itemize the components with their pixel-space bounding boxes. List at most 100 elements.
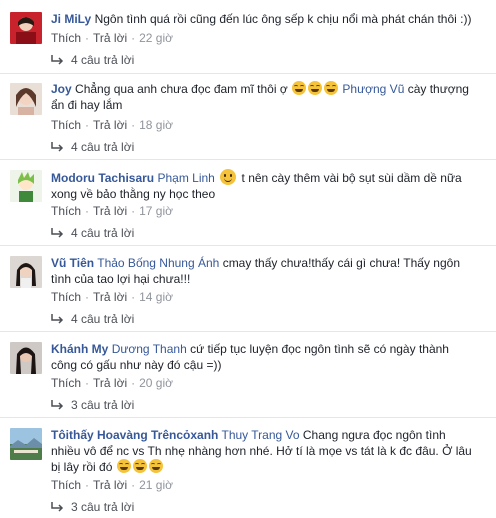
- comment-6: Tôithấy Hoavàng Trêncỏxanh Thuy Trang Vo…: [0, 417, 496, 518]
- comment-actions: Thích · Trả lời · 20 giờ: [51, 375, 173, 391]
- comment-actions: Thích · Trả lời · 14 giờ: [51, 289, 173, 305]
- reply-arrow-icon: [51, 502, 64, 512]
- separator: ·: [131, 478, 136, 492]
- timestamp[interactable]: 14 giờ: [139, 290, 173, 304]
- replies-count[interactable]: 4 câu trả lời: [71, 139, 134, 155]
- timestamp[interactable]: 18 giờ: [139, 118, 173, 132]
- replies-count[interactable]: 4 câu trả lời: [71, 52, 134, 68]
- comment-3: Modoru Tachisaru Phạm Linh t nên cày thê…: [0, 159, 496, 246]
- mention-link[interactable]: Dương Thanh: [112, 342, 187, 356]
- grinning-emoji-icon: [324, 81, 339, 95]
- reply-button[interactable]: Trả lời: [93, 204, 127, 218]
- separator: ·: [131, 204, 136, 218]
- avatar[interactable]: [10, 170, 42, 202]
- comment-text: xong về bảo thằng ny học theo: [51, 187, 216, 201]
- comment-body: Tôithấy Hoavàng Trêncỏxanh Thuy Trang Vo…: [51, 427, 484, 475]
- like-button[interactable]: Thích: [51, 376, 81, 390]
- view-replies-link[interactable]: 4 câu trả lời: [51, 225, 134, 241]
- view-replies-link[interactable]: 4 câu trả lời: [51, 139, 134, 155]
- comment-1: Ji MiLy Ngôn tình quá rồi cũng đến lúc ô…: [0, 0, 496, 67]
- comment-4: Vũ Tiên Thảo Bống Nhung Ánh cmay thấy ch…: [0, 245, 496, 332]
- reply-arrow-icon: [51, 142, 64, 152]
- grinning-emoji-icon: [116, 459, 131, 473]
- view-replies-link[interactable]: 4 câu trả lời: [51, 52, 134, 68]
- mention-link[interactable]: Thảo Bống Nhung Ánh: [97, 256, 219, 270]
- separator: ·: [131, 290, 136, 304]
- comment-author[interactable]: Joy: [51, 82, 72, 96]
- reply-arrow-icon: [51, 314, 64, 324]
- replies-count[interactable]: 3 câu trả lời: [71, 499, 134, 515]
- comment-body: Joy Chẳng qua anh chưa đọc đam mĩ thôi ợ…: [51, 81, 484, 113]
- reply-button[interactable]: Trả lời: [93, 376, 127, 390]
- grinning-emoji-icon: [292, 81, 307, 95]
- smile-emoji-icon: [220, 169, 237, 185]
- comment-actions: Thích · Trả lời · 21 giờ: [51, 477, 173, 493]
- reply-button[interactable]: Trả lời: [93, 290, 127, 304]
- comment-body: Khánh My Dương Thanh cứ tiếp tục luyện đ…: [51, 341, 484, 373]
- separator: ·: [131, 31, 136, 45]
- separator: ·: [131, 118, 136, 132]
- timestamp[interactable]: 20 giờ: [139, 376, 173, 390]
- comment-text: Ngôn tình quá rồi cũng đến lúc ông sếp k…: [94, 12, 472, 26]
- separator: ·: [85, 478, 90, 492]
- comment-body: Ji MiLy Ngôn tình quá rồi cũng đến lúc ô…: [51, 11, 484, 27]
- reply-button[interactable]: Trả lời: [93, 31, 127, 45]
- mention-link[interactable]: Thuy Trang Vo: [222, 428, 300, 442]
- comment-actions: Thích · Trả lời · 17 giờ: [51, 203, 173, 219]
- replies-count[interactable]: 4 câu trả lời: [71, 225, 134, 241]
- replies-count[interactable]: 4 câu trả lời: [71, 311, 134, 327]
- mention-link[interactable]: Phượng Vũ: [342, 82, 404, 96]
- comment-2: Joy Chẳng qua anh chưa đọc đam mĩ thôi ợ…: [0, 73, 496, 158]
- avatar-image: [10, 170, 42, 202]
- avatar-image: [10, 428, 42, 460]
- like-button[interactable]: Thích: [51, 204, 81, 218]
- comment-text: tình của tao lợi hại chưa!!!: [51, 272, 191, 286]
- separator: ·: [85, 376, 90, 390]
- view-replies-link[interactable]: 3 câu trả lời: [51, 397, 134, 413]
- comment-text: Chẳng qua anh chưa đọc đam mĩ thôi ợ: [75, 82, 288, 96]
- comment-body: Modoru Tachisaru Phạm Linh t nên cày thê…: [51, 169, 484, 202]
- timestamp[interactable]: 17 giờ: [139, 204, 173, 218]
- comment-author[interactable]: Khánh My: [51, 342, 108, 356]
- comment-text: Chang ngưa đọc ngôn tình: [302, 428, 446, 442]
- timestamp[interactable]: 21 giờ: [139, 478, 173, 492]
- reply-arrow-icon: [51, 228, 64, 238]
- comment-text: bị lây rồi đó: [51, 460, 113, 474]
- view-replies-link[interactable]: 4 câu trả lời: [51, 311, 134, 327]
- avatar-image: [10, 256, 42, 288]
- comment-author[interactable]: Vũ Tiên: [51, 256, 94, 270]
- separator: ·: [85, 204, 90, 218]
- like-button[interactable]: Thích: [51, 478, 81, 492]
- reply-arrow-icon: [51, 400, 64, 410]
- comment-5: Khánh My Dương Thanh cứ tiếp tục luyện đ…: [0, 331, 496, 418]
- view-replies-link[interactable]: 3 câu trả lời: [51, 499, 134, 515]
- mention-link[interactable]: Phạm Linh: [157, 171, 214, 185]
- grinning-emoji-icon: [308, 81, 323, 95]
- separator: ·: [85, 31, 90, 45]
- reply-arrow-icon: [51, 55, 64, 65]
- timestamp[interactable]: 22 giờ: [139, 31, 173, 45]
- reply-button[interactable]: Trả lời: [93, 118, 127, 132]
- grinning-emoji-icon: [148, 459, 163, 473]
- avatar[interactable]: [10, 428, 42, 460]
- comment-text: công có gấu như này đó cậu =)): [51, 358, 222, 372]
- like-button[interactable]: Thích: [51, 31, 81, 45]
- comment-author[interactable]: Tôithấy Hoavàng Trêncỏxanh: [51, 428, 218, 442]
- avatar[interactable]: [10, 12, 42, 44]
- like-button[interactable]: Thích: [51, 290, 81, 304]
- comment-author[interactable]: Modoru Tachisaru: [51, 171, 154, 185]
- comment-actions: Thích · Trả lời · 18 giờ: [51, 117, 173, 133]
- reply-button[interactable]: Trả lời: [93, 478, 127, 492]
- avatar[interactable]: [10, 342, 42, 374]
- comment-author[interactable]: Ji MiLy: [51, 12, 91, 26]
- comment-text: nhiều vô để nc vs Th nhẹ nhàng hơn nhé. …: [51, 444, 472, 458]
- like-button[interactable]: Thích: [51, 118, 81, 132]
- comment-actions: Thích · Trả lời · 22 giờ: [51, 30, 173, 46]
- avatar[interactable]: [10, 83, 42, 115]
- avatar[interactable]: [10, 256, 42, 288]
- comment-text: cmay thấy chưa!thấy cái gì chưa! Thấy ng…: [222, 256, 460, 270]
- replies-count[interactable]: 3 câu trả lời: [71, 397, 134, 413]
- avatar-image: [10, 83, 42, 115]
- grinning-emoji-icon: [132, 459, 147, 473]
- comment-text: cứ tiếp tục luyện đọc ngôn tình sẽ có ng…: [190, 342, 449, 356]
